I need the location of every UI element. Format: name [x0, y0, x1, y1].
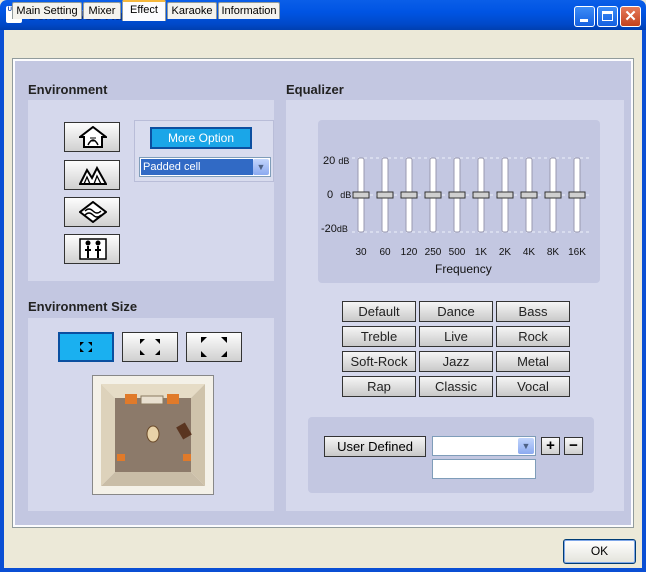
window-frame-bottom: [0, 568, 646, 572]
environment-button-stage[interactable]: [64, 234, 120, 264]
close-button[interactable]: ✕: [620, 6, 641, 27]
tab-information[interactable]: Information: [218, 2, 280, 19]
preset-vocal-button[interactable]: Vocal: [496, 376, 570, 397]
preset-live-button[interactable]: Live: [419, 326, 493, 347]
water-environment-icon: [79, 201, 107, 223]
app-window: USB Genius USB Audio ✕ Main Setting Mixe…: [0, 0, 646, 572]
close-icon: ✕: [624, 8, 637, 25]
minimize-icon: [580, 19, 588, 22]
preset-jazz-button[interactable]: Jazz: [419, 351, 493, 372]
preset-dance-button[interactable]: Dance: [419, 301, 493, 322]
stage-performers-icon: [79, 238, 107, 260]
chevron-down-icon[interactable]: ▼: [253, 159, 269, 175]
maximize-button[interactable]: [597, 6, 618, 27]
size-button-large[interactable]: [186, 332, 242, 362]
tab-effect[interactable]: Effect: [122, 0, 166, 21]
house-environment-icon: [79, 126, 107, 148]
environment-button-concert-hall[interactable]: [64, 160, 120, 190]
preset-classic-button[interactable]: Classic: [419, 376, 493, 397]
equalizer-heading: Equalizer: [286, 82, 344, 97]
preset-soft-rock-button[interactable]: Soft-Rock: [342, 351, 416, 372]
frequency-axis-title: Frequency: [435, 262, 492, 276]
tab-mixer[interactable]: Mixer: [83, 2, 121, 19]
environment-button-house[interactable]: [64, 122, 120, 152]
tab-main-setting[interactable]: Main Setting: [12, 2, 82, 19]
environment-preset-select[interactable]: Padded cell ▼: [139, 157, 271, 177]
scale-bottom-label: -20dB: [321, 223, 348, 235]
user-defined-button[interactable]: User Defined: [324, 436, 426, 457]
room-preview: [92, 375, 214, 495]
chevron-down-icon[interactable]: ▼: [518, 438, 534, 454]
large-size-arrows-icon: [201, 337, 227, 357]
maximize-icon: [602, 11, 613, 21]
medium-size-arrows-icon: [140, 339, 160, 355]
preset-metal-button[interactable]: Metal: [496, 351, 570, 372]
window-frame-left: [0, 30, 4, 572]
small-size-arrows-icon: [80, 342, 92, 352]
scale-top-label: 20 dB: [323, 155, 350, 167]
equalizer-sliders-box: [318, 120, 600, 283]
remove-preset-button[interactable]: −: [564, 437, 583, 455]
user-preset-select[interactable]: ▼: [432, 436, 536, 456]
tab-karaoke[interactable]: Karaoke: [167, 2, 217, 19]
minimize-button[interactable]: [574, 6, 595, 27]
size-button-small[interactable]: [58, 332, 114, 362]
environment-heading: Environment: [28, 82, 108, 97]
environment-preset-value: Padded cell: [141, 159, 253, 175]
preset-bass-button[interactable]: Bass: [496, 301, 570, 322]
ok-button[interactable]: OK: [563, 539, 636, 564]
room-layout-illustration: [93, 376, 213, 494]
preset-rock-button[interactable]: Rock: [496, 326, 570, 347]
scale-mid-label: 0 dB: [327, 189, 352, 201]
preset-default-button[interactable]: Default: [342, 301, 416, 322]
environment-button-water[interactable]: [64, 197, 120, 227]
user-preset-name-field[interactable]: [432, 459, 536, 479]
window-frame-right: [642, 30, 646, 572]
environment-size-heading: Environment Size: [28, 299, 138, 314]
preset-rap-button[interactable]: Rap: [342, 376, 416, 397]
more-option-button[interactable]: More Option: [150, 127, 252, 149]
size-button-medium[interactable]: [122, 332, 178, 362]
preset-treble-button[interactable]: Treble: [342, 326, 416, 347]
concert-hall-icon: [79, 165, 107, 185]
add-preset-button[interactable]: +: [541, 437, 560, 455]
